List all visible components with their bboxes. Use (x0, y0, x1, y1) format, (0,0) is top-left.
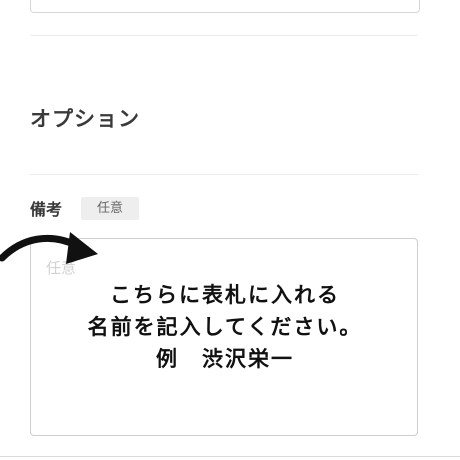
optional-badge: 任意 (81, 197, 139, 220)
instruction-line-3: 例 渋沢栄一 (156, 346, 294, 371)
hand-drawn-arrow-icon (0, 232, 98, 264)
previous-text-field[interactable] (30, 0, 420, 13)
divider (30, 35, 418, 36)
remarks-label: 備考 (30, 200, 63, 219)
bottom-divider (0, 456, 460, 457)
instruction-line-2: 名前を記入してください。 (87, 314, 363, 339)
section-title: オプション (30, 107, 140, 131)
instruction-line-1: こちらに表札に入れる (110, 282, 340, 307)
divider (30, 174, 418, 175)
